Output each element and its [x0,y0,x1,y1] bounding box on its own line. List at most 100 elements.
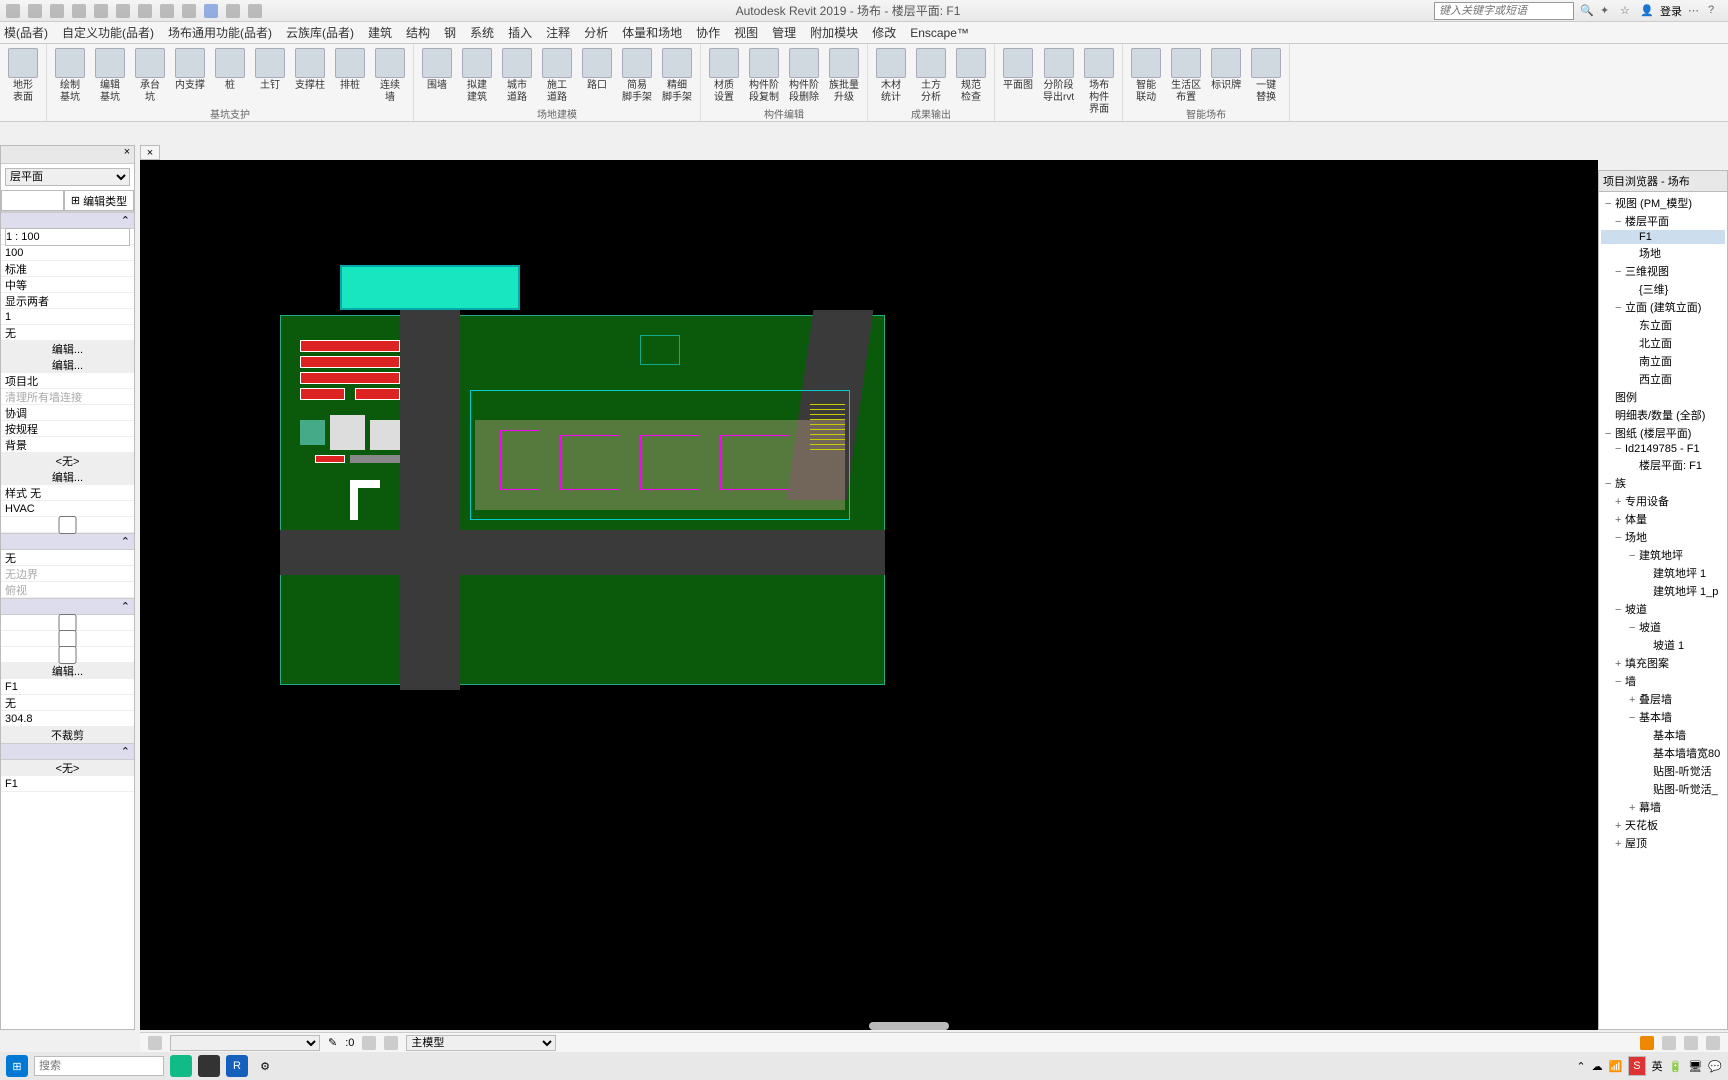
building-element[interactable] [315,455,345,463]
ribbon-button[interactable]: 族批量 升级 [825,46,863,106]
ribbon-button[interactable]: 排桩 [331,46,369,106]
building-element[interactable] [300,388,345,400]
text-icon[interactable] [160,4,174,18]
expand-icon[interactable]: + [1615,514,1625,526]
measure-icon[interactable] [138,4,152,18]
tab[interactable]: 注释 [546,24,570,41]
section-header[interactable]: ⌃ [1,212,134,229]
tree-node[interactable]: 基本墙墙宽80 [1601,744,1725,762]
ribbon-button[interactable]: 支撑柱 [291,46,329,106]
scale-input[interactable] [5,228,130,246]
expand-icon[interactable]: − [1615,302,1625,314]
tab[interactable]: 云族库(品者) [286,24,354,41]
help-icon[interactable]: ? [1708,4,1722,18]
tree-node[interactable]: 南立面 [1601,352,1725,370]
start-icon[interactable]: ⊞ [6,1055,28,1077]
prop-row[interactable] [1,517,134,533]
tab[interactable]: 钢 [444,24,456,41]
type-selector[interactable] [1,190,64,211]
drawing-canvas[interactable]: × [140,160,1598,1030]
tab[interactable]: 模(品者) [4,24,48,41]
edit-button[interactable]: 编辑... [1,469,134,485]
open-icon[interactable] [28,4,42,18]
ribbon-button[interactable]: 标识牌 [1207,46,1245,106]
view-type-select[interactable]: 层平面 [5,168,130,186]
expand-icon[interactable]: − [1615,443,1625,455]
tab[interactable]: Enscape™ [910,26,969,40]
tree-node[interactable]: −立面 (建筑立面) [1601,298,1725,316]
building-element[interactable] [350,455,400,463]
tree-node[interactable]: 建筑地坪 1_p [1601,582,1725,600]
prop-row[interactable] [1,229,134,245]
ribbon-button[interactable]: 简易 脚手架 [618,46,656,106]
ribbon-button[interactable]: 材质 设置 [705,46,743,106]
expand-icon[interactable]: − [1629,550,1639,562]
ime-indicator[interactable]: S [1628,1056,1645,1076]
tab[interactable]: 体量和场地 [622,24,682,41]
tree-node[interactable]: +幕墙 [1601,798,1725,816]
tab[interactable]: 建筑 [368,24,392,41]
checkbox[interactable] [5,516,130,534]
ribbon-button[interactable]: 土方 分析 [912,46,950,106]
ribbon-button[interactable]: 承台 坑 [131,46,169,106]
filter-icon[interactable] [1706,1036,1720,1050]
expand-icon[interactable]: + [1615,838,1625,850]
tree-node[interactable]: 楼层平面: F1 [1601,456,1725,474]
tree-node[interactable]: +天花板 [1601,816,1725,834]
ribbon-button[interactable]: 土钉 [251,46,289,106]
main-model-select[interactable]: 主模型 [406,1035,556,1051]
expand-icon[interactable]: − [1615,676,1625,688]
tree-node[interactable]: +叠层墙 [1601,690,1725,708]
tray-icon[interactable]: 💬 [1708,1060,1722,1073]
drawing-element[interactable] [640,335,680,365]
tree-node[interactable]: −墙 [1601,672,1725,690]
revit-icon[interactable]: R [226,1055,248,1077]
expand-icon[interactable]: − [1615,216,1625,228]
ribbon-button[interactable]: 构件阶 段删除 [785,46,823,106]
ribbon-button[interactable]: 精细 脚手架 [658,46,696,106]
tab[interactable]: 管理 [772,24,796,41]
redo-icon[interactable] [94,4,108,18]
tree-node[interactable]: −Id2149785 - F1 [1601,442,1725,456]
tab[interactable]: 附加模块 [810,24,858,41]
print-icon[interactable] [116,4,130,18]
settings-icon[interactable]: ⚙ [254,1055,276,1077]
ribbon-button[interactable]: 木材 统计 [872,46,910,106]
plan-element[interactable] [640,435,700,490]
tree-node[interactable]: 图例 [1601,388,1725,406]
login-link[interactable]: 登录 [1660,3,1682,19]
none-select[interactable]: <无> [1,760,134,776]
tab[interactable]: 系统 [470,24,494,41]
prop-row[interactable] [1,647,134,663]
tree-node[interactable]: 西立面 [1601,370,1725,388]
edit-type-button[interactable]: ⊞编辑类型 [64,190,134,211]
tree-node[interactable]: −场地 [1601,528,1725,546]
status-icon[interactable] [362,1036,376,1050]
tree-node[interactable]: +填充图案 [1601,654,1725,672]
expand-icon[interactable]: − [1605,478,1615,490]
ribbon-button[interactable]: 分阶段 导出rvt [1039,46,1078,118]
building-element[interactable] [300,356,400,368]
tab[interactable]: 分析 [584,24,608,41]
tree-node[interactable]: F1 [1601,230,1725,244]
ribbon-button[interactable]: 桩 [211,46,249,106]
expand-icon[interactable]: − [1629,622,1639,634]
tree-node[interactable]: 明细表/数量 (全部) [1601,406,1725,424]
edit-button[interactable]: 编辑... [1,357,134,373]
tree-node[interactable]: −视图 (PM_模型) [1601,194,1725,212]
tree-node[interactable]: 贴图-听觉活 [1601,762,1725,780]
section-header[interactable]: ⌃ [1,598,134,615]
ribbon-button[interactable]: 路口 [578,46,616,106]
search-icon[interactable]: 🔍 [1580,4,1594,18]
ribbon-button[interactable]: 生活区 布置 [1167,46,1205,106]
section-header[interactable]: ⌃ [1,533,134,550]
tree-node[interactable]: 基本墙 [1601,726,1725,744]
tray-icon[interactable]: ☁ [1592,1060,1603,1073]
star-icon[interactable]: ☆ [1620,4,1634,18]
tree-node[interactable]: {三维} [1601,280,1725,298]
comm-icon[interactable]: ✦ [1600,4,1614,18]
expand-icon[interactable]: − [1605,198,1615,210]
ime-lang[interactable]: 英 [1652,1058,1663,1074]
tab[interactable]: 自定义功能(品者) [62,24,154,41]
tree-node[interactable]: +体量 [1601,510,1725,528]
